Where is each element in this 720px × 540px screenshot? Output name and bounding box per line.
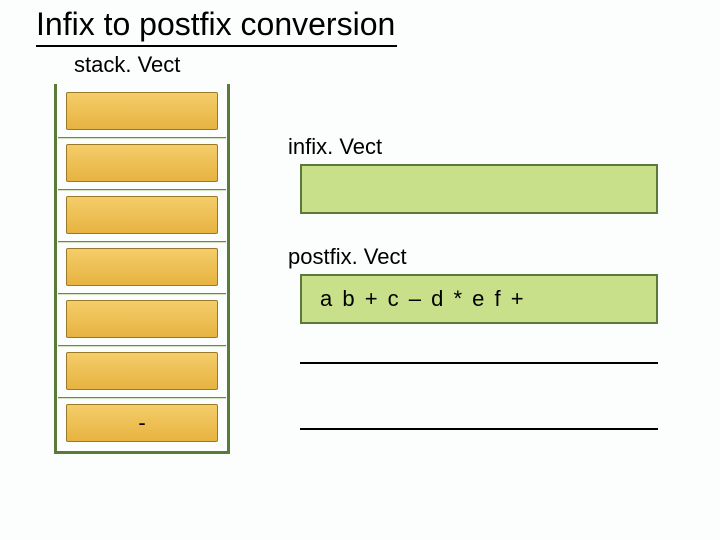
- stack-separator: [58, 241, 226, 243]
- stack-container: -: [54, 84, 230, 454]
- stack-cell: -: [66, 404, 218, 442]
- postfix-value: a b + c – d * e f +: [320, 286, 526, 312]
- stack-cell: [66, 144, 218, 182]
- divider-line: [300, 428, 658, 430]
- stack-cell: [66, 248, 218, 286]
- divider-line: [300, 362, 658, 364]
- stack-separator: [58, 189, 226, 191]
- page-title: Infix to postfix conversion: [36, 6, 397, 47]
- stack-separator: [58, 293, 226, 295]
- stack-separator: [58, 137, 226, 139]
- stack-cell-value: -: [67, 410, 217, 436]
- stack-separator: [58, 345, 226, 347]
- postfix-label: postfix. Vect: [288, 244, 407, 270]
- infix-box: [300, 164, 658, 214]
- stack-cell: [66, 92, 218, 130]
- stack-border-bottom: [54, 451, 230, 454]
- stack-label: stack. Vect: [74, 52, 180, 78]
- stack-cell: [66, 300, 218, 338]
- stack-border-right: [227, 84, 230, 454]
- postfix-box: a b + c – d * e f +: [300, 274, 658, 324]
- stack-border-left: [54, 84, 57, 454]
- stack-separator: [58, 397, 226, 399]
- infix-label: infix. Vect: [288, 134, 382, 160]
- stack-cell: [66, 196, 218, 234]
- stack-cell: [66, 352, 218, 390]
